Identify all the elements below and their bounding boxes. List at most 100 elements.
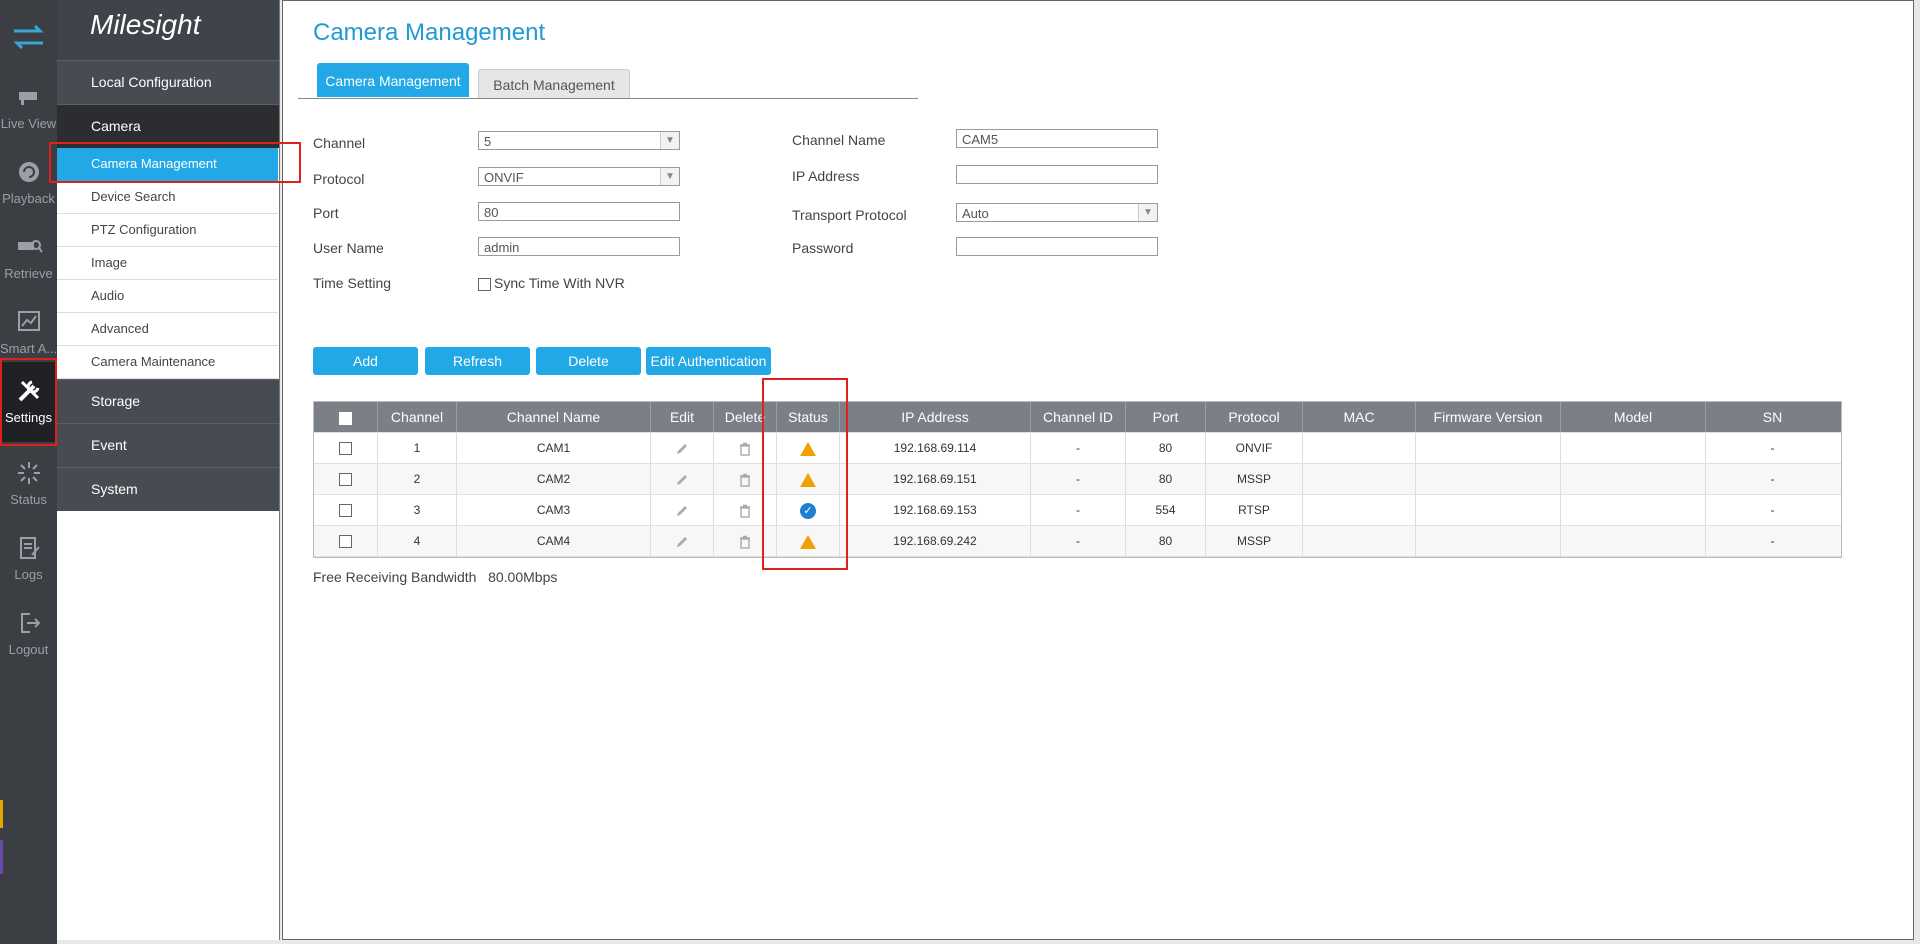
cell-channel: 3 [378,495,457,525]
cell-port: 80 [1126,464,1206,494]
select-all-checkbox[interactable] [339,411,352,425]
cell-edit[interactable] [651,495,714,525]
cell-protocol: ONVIF [1206,433,1303,463]
cell-channel: 1 [378,433,457,463]
chevron-down-icon: ▼ [660,132,679,149]
nav-section-system[interactable]: System [57,467,279,511]
nav-section-event[interactable]: Event [57,423,279,467]
channel-label: Channel [313,135,366,151]
channel-select[interactable]: 5 ▼ [478,131,680,150]
add-button[interactable]: Add [313,347,418,375]
cell-mac [1303,526,1416,556]
rail-item-logs[interactable]: Logs [0,527,57,599]
row-checkbox[interactable] [339,504,352,518]
highlight-status-column [762,378,848,570]
rail-edge-marker [0,800,3,828]
protocol-select[interactable]: ONVIF ▼ [478,167,680,186]
cell-channel-name: CAM2 [457,464,651,494]
col-edit: Edit [651,402,714,432]
refresh-button[interactable]: Refresh [425,347,530,375]
channel-value: 5 [484,134,492,149]
bandwidth-value: 80.00Mbps [488,569,558,585]
cell-edit[interactable] [651,464,714,494]
cell-edit[interactable] [651,433,714,463]
rail-item-logout[interactable]: Logout [0,602,57,674]
cell-channel-id: - [1031,495,1126,525]
rail-item-status[interactable]: Status [0,452,57,524]
transport-protocol-select[interactable]: Auto ▼ [956,203,1158,222]
row-select-cell[interactable] [314,433,378,463]
cell-ip-address: 192.168.69.242 [840,526,1031,556]
table-row: 1 CAM1 192.168.69.114-80 ONVIF - [314,433,1841,464]
cell-sn: - [1770,534,1775,548]
port-input[interactable]: 80 [478,202,680,221]
ip-address-input[interactable] [956,165,1158,184]
cell-port: 554 [1126,495,1206,525]
rail-item-retrieve[interactable]: Retrieve [0,226,57,298]
trash-icon[interactable] [738,442,752,456]
row-checkbox[interactable] [339,535,352,549]
sync-time-checkbox[interactable] [478,278,491,291]
password-label: Password [792,240,854,256]
tab-camera-management[interactable]: Camera Management [317,63,469,97]
cell-edit[interactable] [651,526,714,556]
nav-item-device-search[interactable]: Device Search [57,181,278,214]
table-row: 2 CAM2 192.168.69.151-80 MSSP - [314,464,1841,495]
table-row: 4 CAM4 192.168.69.242-80 MSSP - [314,526,1841,557]
col-sn: SN [1762,409,1783,425]
col-model: Model [1561,402,1706,432]
cell-protocol: MSSP [1206,526,1303,556]
protocol-label: Protocol [313,171,365,187]
delete-button[interactable]: Delete [536,347,641,375]
row-checkbox[interactable] [339,442,352,456]
nav-item-ptz-configuration[interactable]: PTZ Configuration [57,214,278,247]
select-all-cell[interactable] [314,402,378,432]
trash-icon[interactable] [738,504,752,518]
nav-item-camera-maintenance[interactable]: Camera Maintenance [57,346,278,379]
col-ip-address: IP Address [840,402,1031,432]
password-input[interactable] [956,237,1158,256]
nav-item-advanced[interactable]: Advanced [57,313,278,346]
row-select-cell[interactable] [314,464,378,494]
retrieve-icon [17,240,43,253]
cell-mac [1303,495,1416,525]
cell-channel-name: CAM1 [457,433,651,463]
edit-pencil-icon[interactable] [675,442,689,456]
row-select-cell[interactable] [314,526,378,556]
channel-name-input[interactable]: CAM5 [956,129,1158,148]
nav-item-image[interactable]: Image [57,247,278,280]
row-checkbox[interactable] [339,473,352,487]
username-input[interactable]: admin [478,237,680,256]
rail-item-live-view[interactable]: Live View [0,76,57,148]
edit-pencil-icon[interactable] [675,473,689,487]
nav-item-audio[interactable]: Audio [57,280,278,313]
live-view-icon [18,92,37,105]
time-setting-label: Time Setting [313,275,392,291]
highlight-camera-management [49,142,301,183]
table-header: Channel Channel Name Edit Delete Status … [314,402,1841,433]
cell-ip-address: 192.168.69.114 [840,433,1031,463]
switch-arrows-icon[interactable] [10,22,47,52]
row-select-cell[interactable] [314,495,378,525]
col-protocol: Protocol [1206,402,1303,432]
rail-label: Retrieve [4,266,53,281]
trash-icon[interactable] [738,473,752,487]
cell-ip-address: 192.168.69.151 [840,464,1031,494]
col-channel: Channel [378,402,457,432]
col-firmware-version: Firmware Version [1416,402,1561,432]
cell-firmware-version [1416,495,1561,525]
rail-edge-marker [0,840,3,874]
trash-icon[interactable] [738,535,752,549]
edit-pencil-icon[interactable] [675,504,689,518]
edit-pencil-icon[interactable] [675,535,689,549]
rail-label: Playback [2,191,55,206]
rail-label: Smart A... [0,341,57,356]
cell-firmware-version [1416,464,1561,494]
cell-port: 80 [1126,433,1206,463]
port-label: Port [313,205,339,221]
nav-section-local-configuration[interactable]: Local Configuration [57,60,279,104]
tab-batch-management[interactable]: Batch Management [478,69,630,98]
cell-channel-id: - [1031,464,1126,494]
nav-section-storage[interactable]: Storage [57,379,279,423]
edit-authentication-button[interactable]: Edit Authentication [646,347,771,375]
